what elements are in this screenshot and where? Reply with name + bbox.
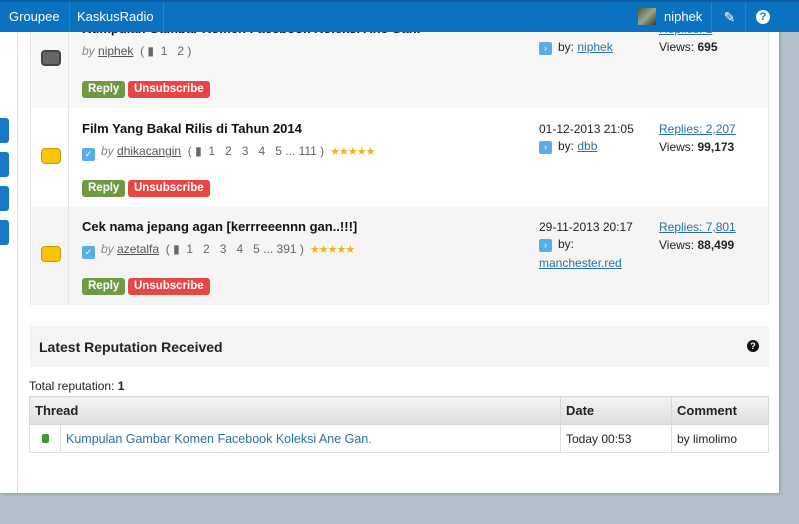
user-menu[interactable]: niphek bbox=[664, 2, 713, 32]
column-thread: Thread bbox=[29, 396, 561, 425]
views: Views: 88,499 bbox=[659, 238, 735, 252]
subscribed-check-icon: ✓ bbox=[82, 246, 95, 259]
rep-comment: by limolimo bbox=[670, 424, 770, 453]
pages-icon: ▮ bbox=[173, 242, 180, 256]
replies-link[interactable]: Replies: 7,801 bbox=[659, 220, 736, 234]
thread-row: Cek nama jepang agan [kerrreeennn gan..!… bbox=[30, 206, 769, 305]
subscribed-check-icon: ✓ bbox=[82, 148, 95, 161]
rating-stars: ★★★★★ bbox=[330, 146, 375, 158]
positive-reputation-icon bbox=[41, 433, 49, 443]
pencil-icon[interactable]: ✎ bbox=[714, 2, 746, 32]
unsubscribe-button[interactable]: Unsubscribe bbox=[128, 180, 210, 197]
pages-icon: ▮ bbox=[195, 144, 202, 158]
go-last-post-icon[interactable]: › bbox=[539, 141, 552, 154]
column-date: Date bbox=[559, 396, 672, 425]
reply-button[interactable]: Reply bbox=[82, 81, 126, 98]
help-icon[interactable]: ? bbox=[756, 10, 770, 24]
help-icon[interactable]: ? bbox=[747, 340, 759, 352]
top-navbar: Groupee KaskusRadio niphek ✎ ? bbox=[0, 0, 799, 32]
thread-hot-icon bbox=[41, 246, 61, 262]
avatar[interactable] bbox=[638, 8, 656, 25]
views: Views: 99,173 bbox=[659, 140, 735, 154]
total-reputation: Total reputation: 1 bbox=[29, 379, 125, 393]
thread-title[interactable]: Film Yang Bakal Rilis di Tahun 2014 bbox=[82, 121, 302, 136]
sidebar-tab[interactable] bbox=[0, 118, 9, 143]
sidebar-tab[interactable] bbox=[0, 220, 9, 245]
thread-closed-icon bbox=[41, 50, 61, 66]
thread-hot-icon bbox=[41, 148, 61, 164]
reputation-title: Latest Reputation Received bbox=[39, 339, 223, 355]
reputation-table: Thread Date Comment Kumpulan Gambar Kome… bbox=[29, 396, 770, 453]
unsubscribe-button[interactable]: Unsubscribe bbox=[128, 81, 210, 98]
sidebar-tab[interactable] bbox=[0, 152, 9, 177]
rating-stars: ★★★★★ bbox=[309, 244, 355, 256]
pages-icon: ▮ bbox=[147, 44, 155, 58]
views: Views: 695 bbox=[659, 40, 718, 54]
thread-title[interactable]: Cek nama jepang agan [kerrreeennn gan..!… bbox=[82, 219, 357, 234]
page-link[interactable]: 1 bbox=[161, 44, 168, 58]
last-poster-link[interactable]: niphek bbox=[577, 40, 612, 54]
author-link[interactable]: niphek bbox=[98, 44, 133, 58]
thread-link[interactable]: Kumpulan Gambar Komen Facebook Koleksi A… bbox=[66, 432, 372, 446]
last-post-date: 29-11-2013 20:17 bbox=[539, 220, 633, 234]
last-poster-link[interactable]: dbb bbox=[577, 139, 597, 153]
thread-meta: ✓ by azetalfa ( ▮ 1 2 3 4 5 ... 391 ) ★★★★… bbox=[82, 242, 355, 259]
sidebar bbox=[0, 32, 18, 493]
page-link[interactable]: 2 bbox=[177, 44, 184, 58]
unsubscribe-button[interactable]: Unsubscribe bbox=[128, 278, 210, 295]
nav-kaskusradio[interactable]: KaskusRadio bbox=[68, 2, 164, 32]
page: Kumpulan Gambar Komen Facebook Koleksi A… bbox=[0, 0, 779, 493]
rep-date: Today 00:53 bbox=[559, 424, 672, 453]
thread-row: Film Yang Bakal Rilis di Tahun 2014 ✓ by … bbox=[30, 108, 769, 207]
column-comment: Comment bbox=[670, 396, 770, 425]
sidebar-tab[interactable] bbox=[0, 186, 9, 211]
thread-meta: ✓ by dhikacangin ( ▮ 1 2 3 4 5 ... 111 ) ★… bbox=[82, 144, 375, 161]
reply-button[interactable]: Reply bbox=[82, 278, 126, 295]
go-last-post-icon[interactable]: › bbox=[539, 42, 552, 55]
replies-link[interactable]: Replies: 2,207 bbox=[659, 122, 736, 136]
table-row: Kumpulan Gambar Komen Facebook Koleksi A… bbox=[29, 424, 770, 453]
author-link[interactable]: dhikacangin bbox=[117, 144, 181, 158]
author-link[interactable]: azetalfa bbox=[117, 242, 159, 256]
last-post-date: 01-12-2013 21:05 bbox=[539, 122, 634, 136]
reply-button[interactable]: Reply bbox=[82, 180, 126, 197]
thread-meta: by niphek ( ▮ 1 2 ) bbox=[82, 44, 192, 58]
subscribed-threads: Kumpulan Gambar Komen Facebook Koleksi A… bbox=[30, 0, 769, 305]
reputation-header: Latest Reputation Received ? bbox=[30, 326, 769, 367]
last-poster-link[interactable]: manchester.red bbox=[539, 256, 622, 270]
go-last-post-icon[interactable]: › bbox=[539, 239, 552, 252]
nav-groupee[interactable]: Groupee bbox=[0, 2, 70, 32]
